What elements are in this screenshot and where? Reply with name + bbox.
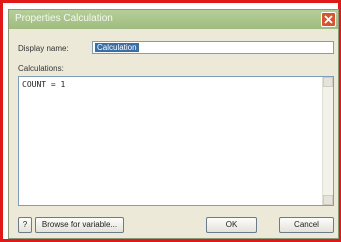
scroll-down-button[interactable] xyxy=(323,195,333,205)
close-icon xyxy=(324,15,333,24)
calculation-dialog: Properties Calculation Display name: Cal… xyxy=(8,9,339,239)
browse-for-variable-button[interactable]: Browse for variable... xyxy=(35,217,124,233)
calculations-label: Calculations: xyxy=(18,64,64,73)
vertical-scrollbar[interactable] xyxy=(322,77,333,205)
calculations-text: COUNT = 1 xyxy=(22,80,66,89)
close-button[interactable] xyxy=(321,12,336,27)
ok-button[interactable]: OK xyxy=(206,217,257,233)
dialog-titlebar: Properties Calculation xyxy=(9,10,338,29)
help-button[interactable]: ? xyxy=(18,217,32,233)
screenshot-frame: Properties Calculation Display name: Cal… xyxy=(0,0,341,242)
scroll-up-button[interactable] xyxy=(323,77,333,87)
dialog-title: Properties Calculation xyxy=(15,13,113,24)
display-name-value: Calculation xyxy=(95,43,139,52)
calculations-textarea[interactable]: COUNT = 1 xyxy=(18,76,334,206)
display-name-label: Display name: xyxy=(18,44,69,53)
cancel-button[interactable]: Cancel xyxy=(279,217,334,233)
display-name-field[interactable]: Calculation xyxy=(92,41,334,54)
